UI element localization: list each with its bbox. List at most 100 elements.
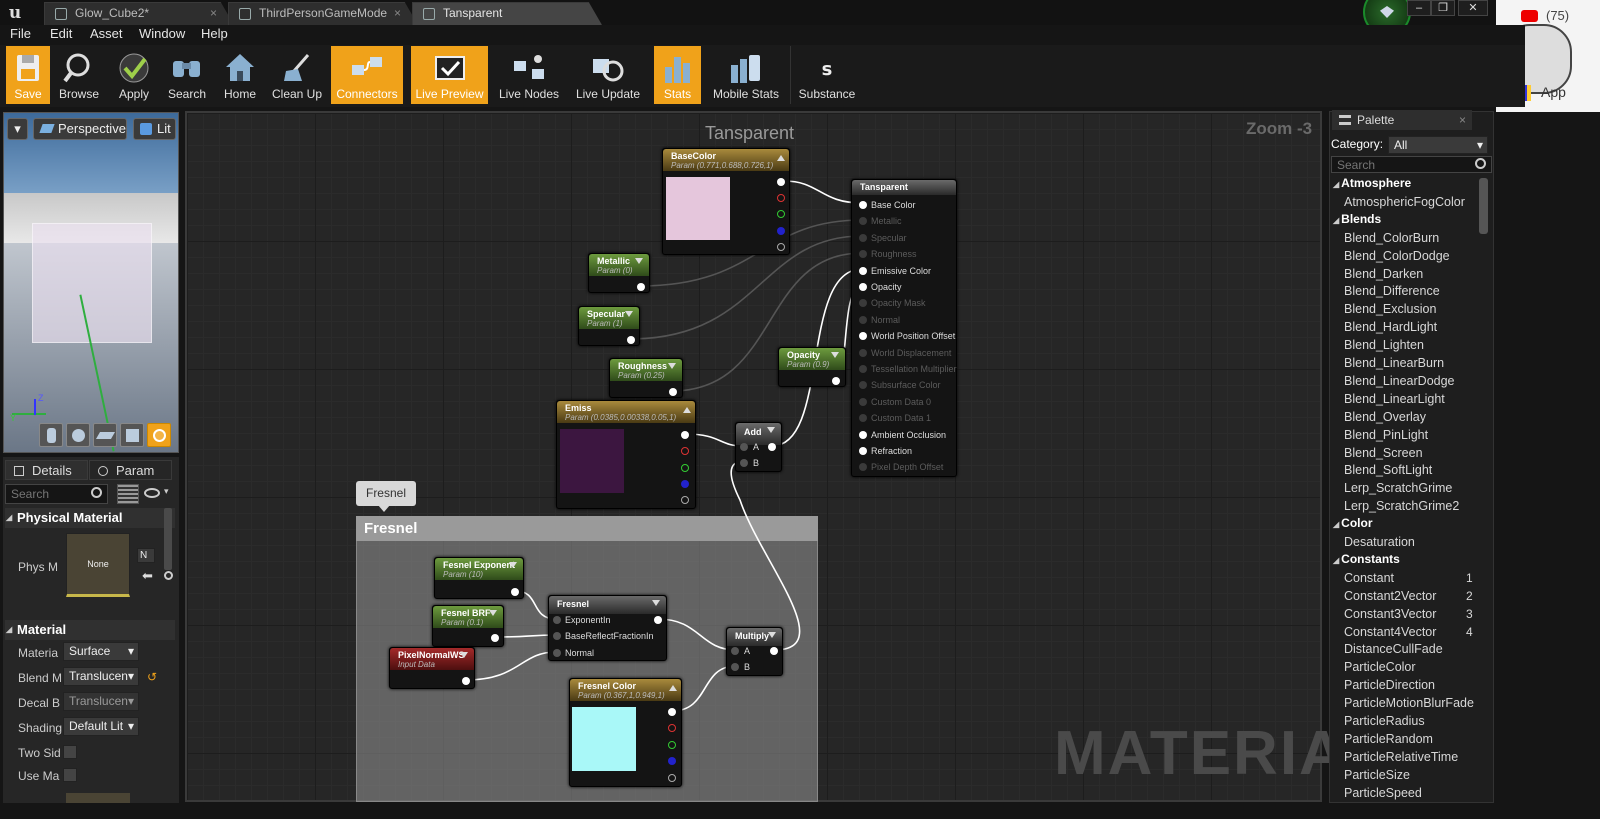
collapse-arrow-icon[interactable] <box>683 407 691 413</box>
input-b-pin[interactable] <box>740 459 748 467</box>
close-icon[interactable]: × <box>1459 110 1466 130</box>
output-r-pin[interactable] <box>668 724 676 732</box>
chevron-down-icon[interactable] <box>767 427 775 433</box>
result-input-pin[interactable] <box>859 348 867 357</box>
pixel-normal-ws-node[interactable]: PixelNormalWS Input Data <box>389 647 475 689</box>
input-a-pin[interactable] <box>731 647 739 655</box>
palette-item[interactable]: Blend_HardLight <box>1344 320 1437 334</box>
palette-item[interactable]: Blend_Difference <box>1344 284 1440 298</box>
palette-category[interactable]: Atmosphere <box>1333 176 1411 190</box>
palette-item[interactable]: Blend_ColorBurn <box>1344 231 1439 245</box>
chevron-down-icon[interactable] <box>831 352 839 358</box>
fesnel-exponent-node[interactable]: Fesnel Exponent Param (10) <box>434 557 524 599</box>
output-pin[interactable] <box>627 336 635 344</box>
result-input-pin[interactable] <box>859 250 867 259</box>
palette-category[interactable]: Constants <box>1333 552 1400 566</box>
basecolor-node[interactable]: BaseColor Param (0.771,0.688,0.726,1) <box>662 148 790 255</box>
result-input-pin[interactable] <box>859 397 867 406</box>
chevron-down-icon[interactable] <box>509 562 517 568</box>
result-input-pin[interactable] <box>859 463 867 472</box>
output-a-pin[interactable] <box>668 774 676 782</box>
palette-item[interactable]: Blend_LinearDodge <box>1344 374 1455 388</box>
opacity-node[interactable]: Opacity Param (0.9) <box>778 347 846 387</box>
input-exponent-pin[interactable] <box>553 616 561 624</box>
palette-item[interactable]: AtmosphericFogColor <box>1344 195 1465 209</box>
palette-item[interactable]: Blend_Exclusion <box>1344 302 1436 316</box>
add-node[interactable]: Add A B <box>735 422 782 472</box>
output-a-pin[interactable] <box>681 496 689 504</box>
output-pin[interactable] <box>511 588 519 596</box>
tab-palette[interactable]: Palette × <box>1332 110 1472 130</box>
palette-item[interactable]: Lerp_ScratchGrime <box>1344 481 1452 495</box>
palette-item[interactable]: ParticleMotionBlurFade <box>1344 696 1474 710</box>
output-pin[interactable] <box>491 634 499 642</box>
result-node[interactable]: Tansparent Base Color Metallic Specular Rou… <box>851 179 957 477</box>
palette-category[interactable]: Color <box>1333 516 1372 530</box>
result-input-pin[interactable] <box>859 217 867 226</box>
output-pin[interactable] <box>669 388 677 396</box>
chevron-down-icon[interactable] <box>625 311 633 317</box>
palette-item[interactable]: ParticleRandom <box>1344 732 1433 746</box>
fesnel-brf-node[interactable]: Fesnel BRF Param (0.1) <box>432 605 504 647</box>
chevron-down-icon[interactable] <box>652 600 660 606</box>
input-normal-pin[interactable] <box>553 649 561 657</box>
output-rgb-pin[interactable] <box>668 708 676 716</box>
palette-item[interactable]: Blend_LinearBurn <box>1344 356 1444 370</box>
output-pin[interactable] <box>832 377 840 385</box>
output-pin[interactable] <box>654 616 662 624</box>
palette-item[interactable]: Lerp_ScratchGrime2 <box>1344 499 1459 513</box>
result-input-pin[interactable] <box>859 381 867 390</box>
palette-item[interactable]: ParticleSpeed <box>1344 786 1422 800</box>
result-input-pin[interactable] <box>859 365 867 373</box>
output-g-pin[interactable] <box>668 741 676 749</box>
result-input-pin[interactable] <box>859 447 867 455</box>
chevron-down-icon[interactable] <box>668 363 676 369</box>
collapse-arrow-icon[interactable] <box>669 685 677 691</box>
palette-search-input[interactable] <box>1331 156 1492 173</box>
result-input-pin[interactable] <box>859 430 867 439</box>
palette-item[interactable]: ParticleColor <box>1344 660 1416 674</box>
palette-item[interactable]: Constant3Vector <box>1344 607 1436 621</box>
output-r-pin[interactable] <box>681 447 689 455</box>
result-input-pin[interactable] <box>859 266 867 275</box>
result-input-pin[interactable] <box>859 283 867 291</box>
input-a-pin[interactable] <box>740 443 748 451</box>
output-rgb-pin[interactable] <box>681 431 689 439</box>
palette-item[interactable]: Blend_PinLight <box>1344 428 1428 442</box>
output-pin[interactable] <box>637 283 645 291</box>
palette-item[interactable]: Constant2Vector <box>1344 589 1436 603</box>
output-g-pin[interactable] <box>777 210 785 218</box>
chevron-down-icon[interactable] <box>768 632 776 638</box>
palette-item[interactable]: ParticleRadius <box>1344 714 1425 728</box>
output-pin[interactable] <box>768 443 776 451</box>
palette-item[interactable]: Blend_LinearLight <box>1344 392 1445 406</box>
result-input-pin[interactable] <box>859 332 867 341</box>
palette-category[interactable]: Blends <box>1333 212 1381 226</box>
output-b-pin[interactable] <box>681 480 689 488</box>
metallic-node[interactable]: Metallic Param (0) <box>588 253 650 293</box>
palette-item[interactable]: Blend_SoftLight <box>1344 463 1432 477</box>
result-input-pin[interactable] <box>859 201 867 209</box>
output-r-pin[interactable] <box>777 194 785 202</box>
chevron-down-icon[interactable] <box>635 258 643 264</box>
result-input-pin[interactable] <box>859 233 867 242</box>
palette-item[interactable]: Blend_Screen <box>1344 446 1423 460</box>
fresnel-node[interactable]: Fresnel ExponentIn BaseReflectFractionIn… <box>548 595 667 661</box>
output-b-pin[interactable] <box>777 227 785 235</box>
output-pin[interactable] <box>462 677 470 685</box>
palette-item[interactable]: Constant <box>1344 571 1394 585</box>
output-a-pin[interactable] <box>777 243 785 251</box>
output-g-pin[interactable] <box>681 464 689 472</box>
result-input-pin[interactable] <box>859 414 867 423</box>
palette-item[interactable]: Blend_ColorDodge <box>1344 249 1450 263</box>
input-b-pin[interactable] <box>731 663 739 671</box>
palette-item[interactable]: Constant4Vector <box>1344 625 1436 639</box>
emiss-node[interactable]: Emiss Param (0.0385,0.00338,0.05,1) <box>556 400 696 509</box>
input-brf-pin[interactable] <box>553 632 561 640</box>
palette-item[interactable]: ParticleSize <box>1344 768 1410 782</box>
palette-scrollbar[interactable] <box>1479 178 1488 234</box>
chevron-down-icon[interactable] <box>460 652 468 658</box>
category-dropdown[interactable]: All ▾ <box>1388 136 1488 154</box>
palette-item[interactable]: ParticleDirection <box>1344 678 1435 692</box>
collapse-arrow-icon[interactable] <box>777 155 785 161</box>
